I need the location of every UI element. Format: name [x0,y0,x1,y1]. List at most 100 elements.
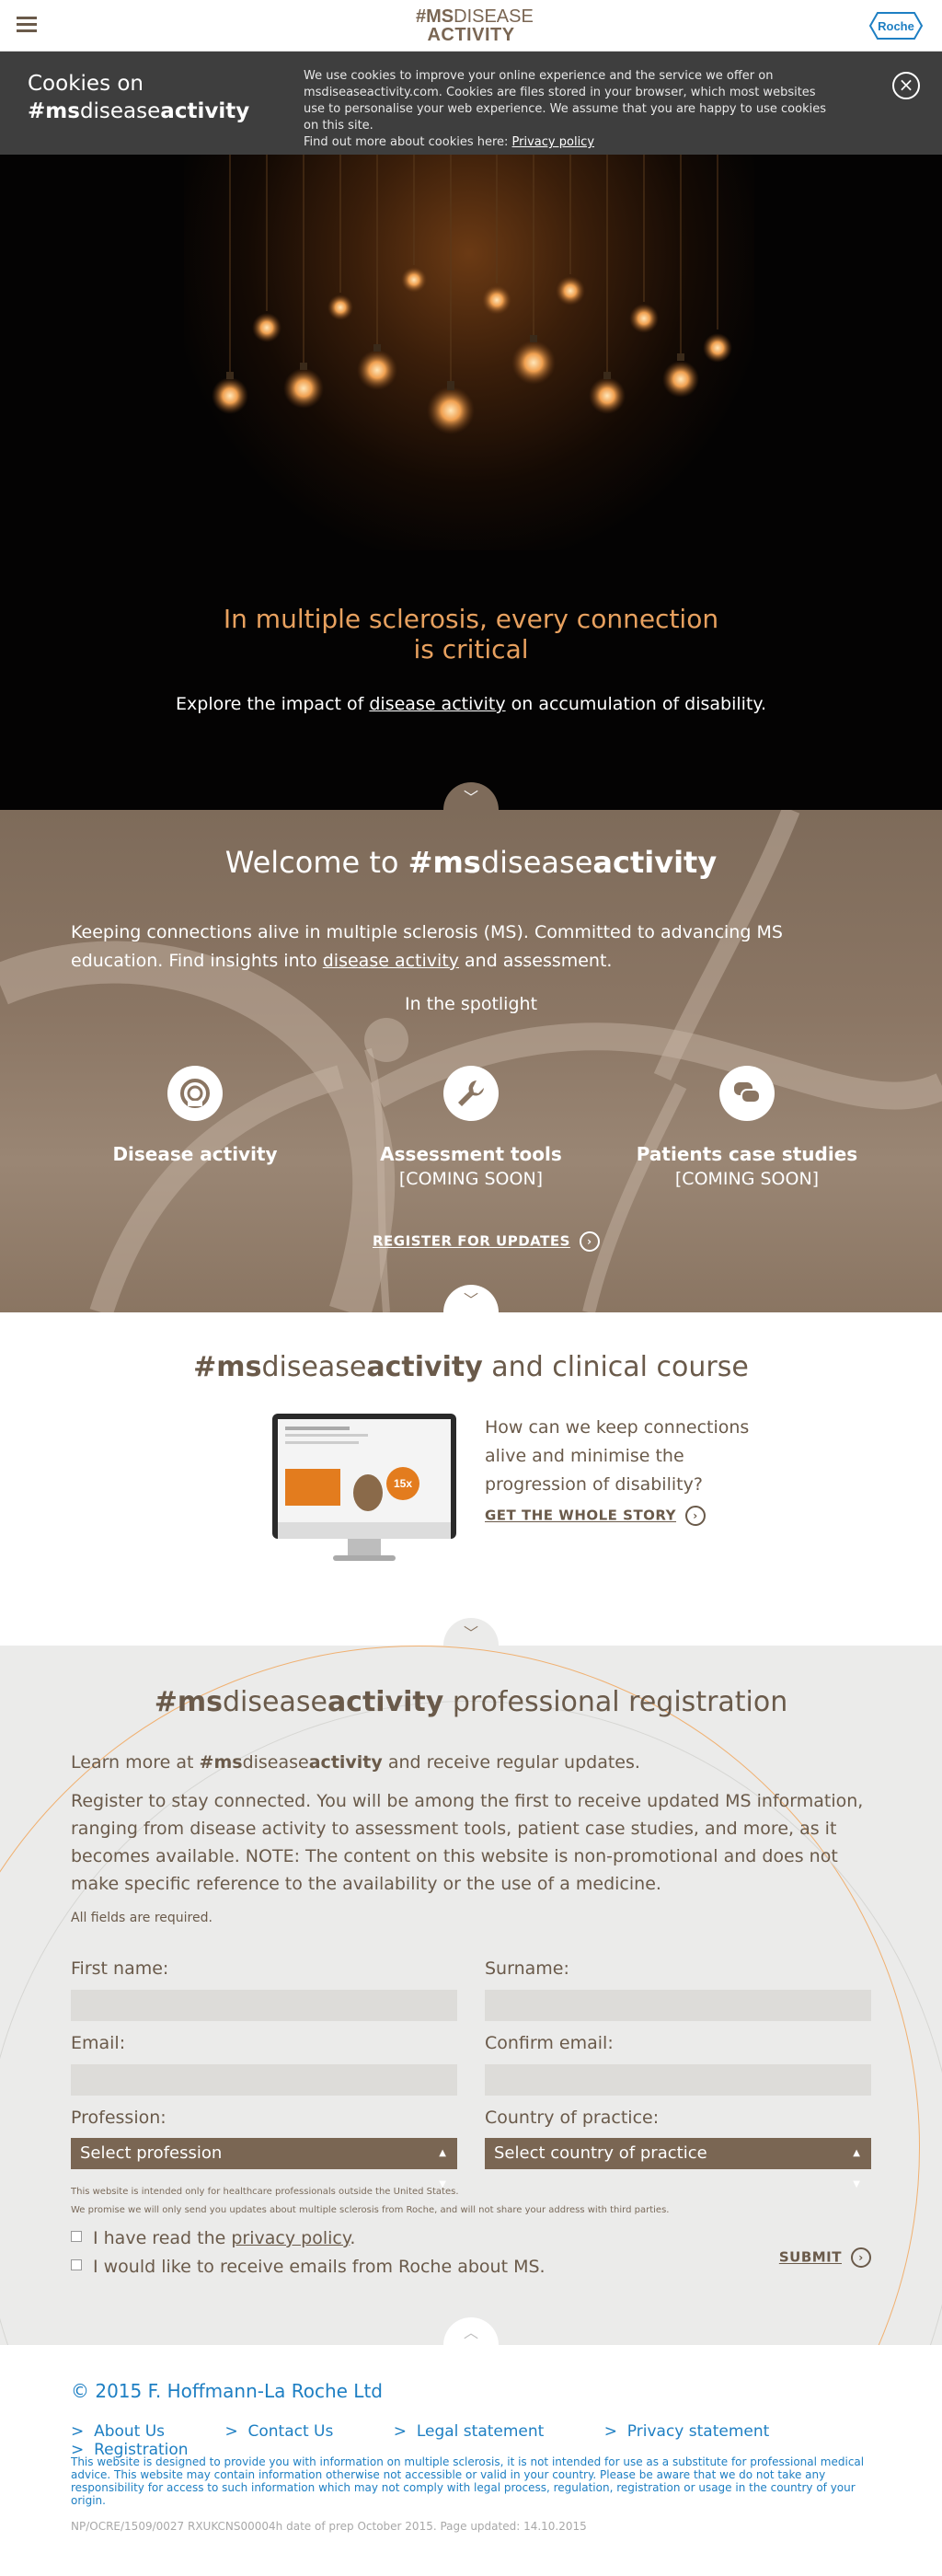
required-note: All fields are required. [71,1911,213,1925]
registration-body: Register to stay connected. You will be … [71,1791,864,1894]
chevron-down-icon: ﹀ [463,1624,478,1642]
profession-select-value: Select profession [80,2143,223,2163]
hero-sub-pre: Explore the impact of [176,694,370,714]
hero-title: In multiple sclerosis, every connection … [0,604,942,664]
spotlight-label: In the spotlight [404,994,538,1014]
hero-title-line2: is critical [413,634,529,664]
cookie-text: We use cookies to improve your online ex… [304,68,837,151]
cookie-title-disease: disease [79,99,161,123]
check2-label: I would like to receive emails from Roch… [93,2257,546,2277]
hero-subtitle: Explore the impact of disease activity o… [0,694,942,714]
welcome-disease-activity-link[interactable]: disease activity [323,951,459,971]
site-logo[interactable]: #MSDISEASE ACTIVITY [416,6,534,45]
feature-caption: [COMING SOON] [398,1169,544,1189]
learn-activity: activity [308,1752,383,1773]
roche-logo-text: Roche [878,19,914,33]
emails-checkbox-row[interactable]: I would like to receive emails from Roch… [71,2257,546,2277]
check1-pre: I have read the [93,2228,232,2248]
welcome-title-ms: #ms [408,845,481,880]
email-label: Email: [71,2033,126,2053]
country-select-value: Select country of practice [494,2143,707,2163]
check1-post: . [350,2228,356,2248]
registration-title: #msdiseaseactivity professional registra… [0,1686,942,1718]
welcome-section: Welcome to #msdiseaseactivity Keeping co… [0,810,942,1312]
footer-link-label: Contact Us [247,2422,334,2441]
hero-section: In multiple sclerosis, every connection … [0,155,942,810]
footer-link-contact-us[interactable]: > Contact Us [224,2422,333,2441]
learn-more-text: Learn more at #msdiseaseactivity and rec… [71,1752,640,1773]
clinical-course-section: #msdiseaseactivity and clinical course 1… [0,1312,942,1646]
welcome-title-activity: activity [592,845,718,880]
hero-sub-post: on accumulation of disability. [505,694,766,714]
chat-bubbles-icon [719,1066,775,1121]
privacy-checkbox-row[interactable]: I have read the privacy policy. [71,2228,355,2248]
register-for-updates-link[interactable]: REGISTER FOR UPDATES › [373,1231,600,1252]
privacy-promise-note: We promise we will only send you updates… [71,2205,670,2215]
target-icon [167,1066,223,1121]
hero-disease-activity-link[interactable]: disease activity [369,694,505,714]
feature-patients-case-studies[interactable]: Patients case studies [COMING SOON] [627,1066,867,1189]
footer-link-privacy-statement[interactable]: > Privacy statement [604,2422,770,2441]
emails-checkbox[interactable] [71,2258,82,2270]
cookie-banner: Cookies on #msdiseaseactivity We use coo… [0,52,942,155]
registration-section: #msdiseaseactivity professional registra… [0,1646,942,2345]
scroll-down-button[interactable]: ﹀ [443,1618,499,1646]
footer-link-about-us[interactable]: > About Us [71,2422,165,2441]
country-select[interactable]: Select country of practice ▲ ▼ [485,2138,871,2189]
clinical-title-ms: #ms [193,1351,262,1383]
footer-link-legal-statement[interactable]: > Legal statement [394,2422,545,2441]
reg-title-disease: disease [223,1686,327,1718]
profession-select[interactable]: Select profession ▲ ▼ [71,2138,457,2189]
email-input[interactable] [71,2064,457,2096]
cookie-privacy-link[interactable]: Privacy policy [512,135,594,149]
select-arrows-icon: ▲ ▼ [853,2148,860,2189]
logo-activity: ACTIVITY [427,25,515,45]
feature-disease-activity[interactable]: Disease activity [75,1066,315,1169]
close-icon[interactable]: × [892,72,920,99]
footer-link-label: Legal statement [416,2422,545,2441]
site-footer: © 2015 F. Hoffmann-La Roche Ltd > About … [0,2345,942,2576]
clinical-title-disease: disease [261,1351,367,1383]
page: #MSDISEASE ACTIVITY Roche Cookies on #ms… [0,0,942,2576]
register-for-updates-label: REGISTER FOR UPDATES [373,1232,570,1250]
learn-post: and receive regular updates. [382,1752,640,1773]
roche-logo-icon[interactable]: Roche [868,11,924,40]
reg-title-post: professional registration [443,1686,788,1718]
cookie-find-out: Find out more about cookies here: [304,135,512,149]
feature-caption: [COMING SOON] [674,1169,820,1189]
hcp-note: This website is intended only for health… [71,2187,459,2197]
surname-input[interactable] [485,1990,871,2021]
copyright: © 2015 F. Hoffmann-La Roche Ltd [71,2380,383,2402]
confirm-email-label: Confirm email: [485,2033,614,2053]
surname-label: Surname: [485,1958,569,1979]
reg-title-ms: #ms [154,1686,223,1718]
clinical-title: #msdiseaseactivity and clinical course [0,1351,942,1383]
confirm-email-input[interactable] [485,2064,871,2096]
light-bulbs-image [212,155,732,434]
feature-title: Patients case studies [636,1143,858,1165]
chevron-down-icon: ﹀ [463,789,478,806]
site-header: #MSDISEASE ACTIVITY Roche [0,0,942,52]
welcome-title: Welcome to #msdiseaseactivity [0,845,942,880]
first-name-input[interactable] [71,1990,457,2021]
logo-ms: #MS [416,6,454,27]
welcome-title-pre: Welcome to [224,845,408,880]
logo-disease: DISEASE [454,6,534,27]
learn-disease: disease [242,1752,309,1773]
submit-button[interactable]: SUBMIT › [779,2247,871,2268]
cookie-body: We use cookies to improve your online ex… [304,69,826,133]
monitor-badge-text: 15x [394,1477,412,1490]
scroll-down-button[interactable]: ﹀ [443,782,499,810]
chevron-right-icon: › [579,1231,600,1252]
cookie-title: Cookies on #msdiseaseactivity [28,70,249,125]
privacy-policy-link[interactable]: privacy policy [231,2228,350,2248]
feature-assessment-tools[interactable]: Assessment tools [COMING SOON] [351,1066,591,1189]
get-whole-story-link[interactable]: GET THE WHOLE STORY › [485,1506,706,1526]
hamburger-menu-icon[interactable] [17,17,37,33]
footer-disclaimer: This website is designed to provide you … [71,2455,865,2507]
welcome-title-disease: disease [480,845,593,880]
privacy-checkbox[interactable] [71,2230,82,2242]
footer-link-label: About Us [94,2422,166,2441]
profession-label: Profession: [71,2108,167,2128]
feature-title: Assessment tools [380,1143,562,1165]
